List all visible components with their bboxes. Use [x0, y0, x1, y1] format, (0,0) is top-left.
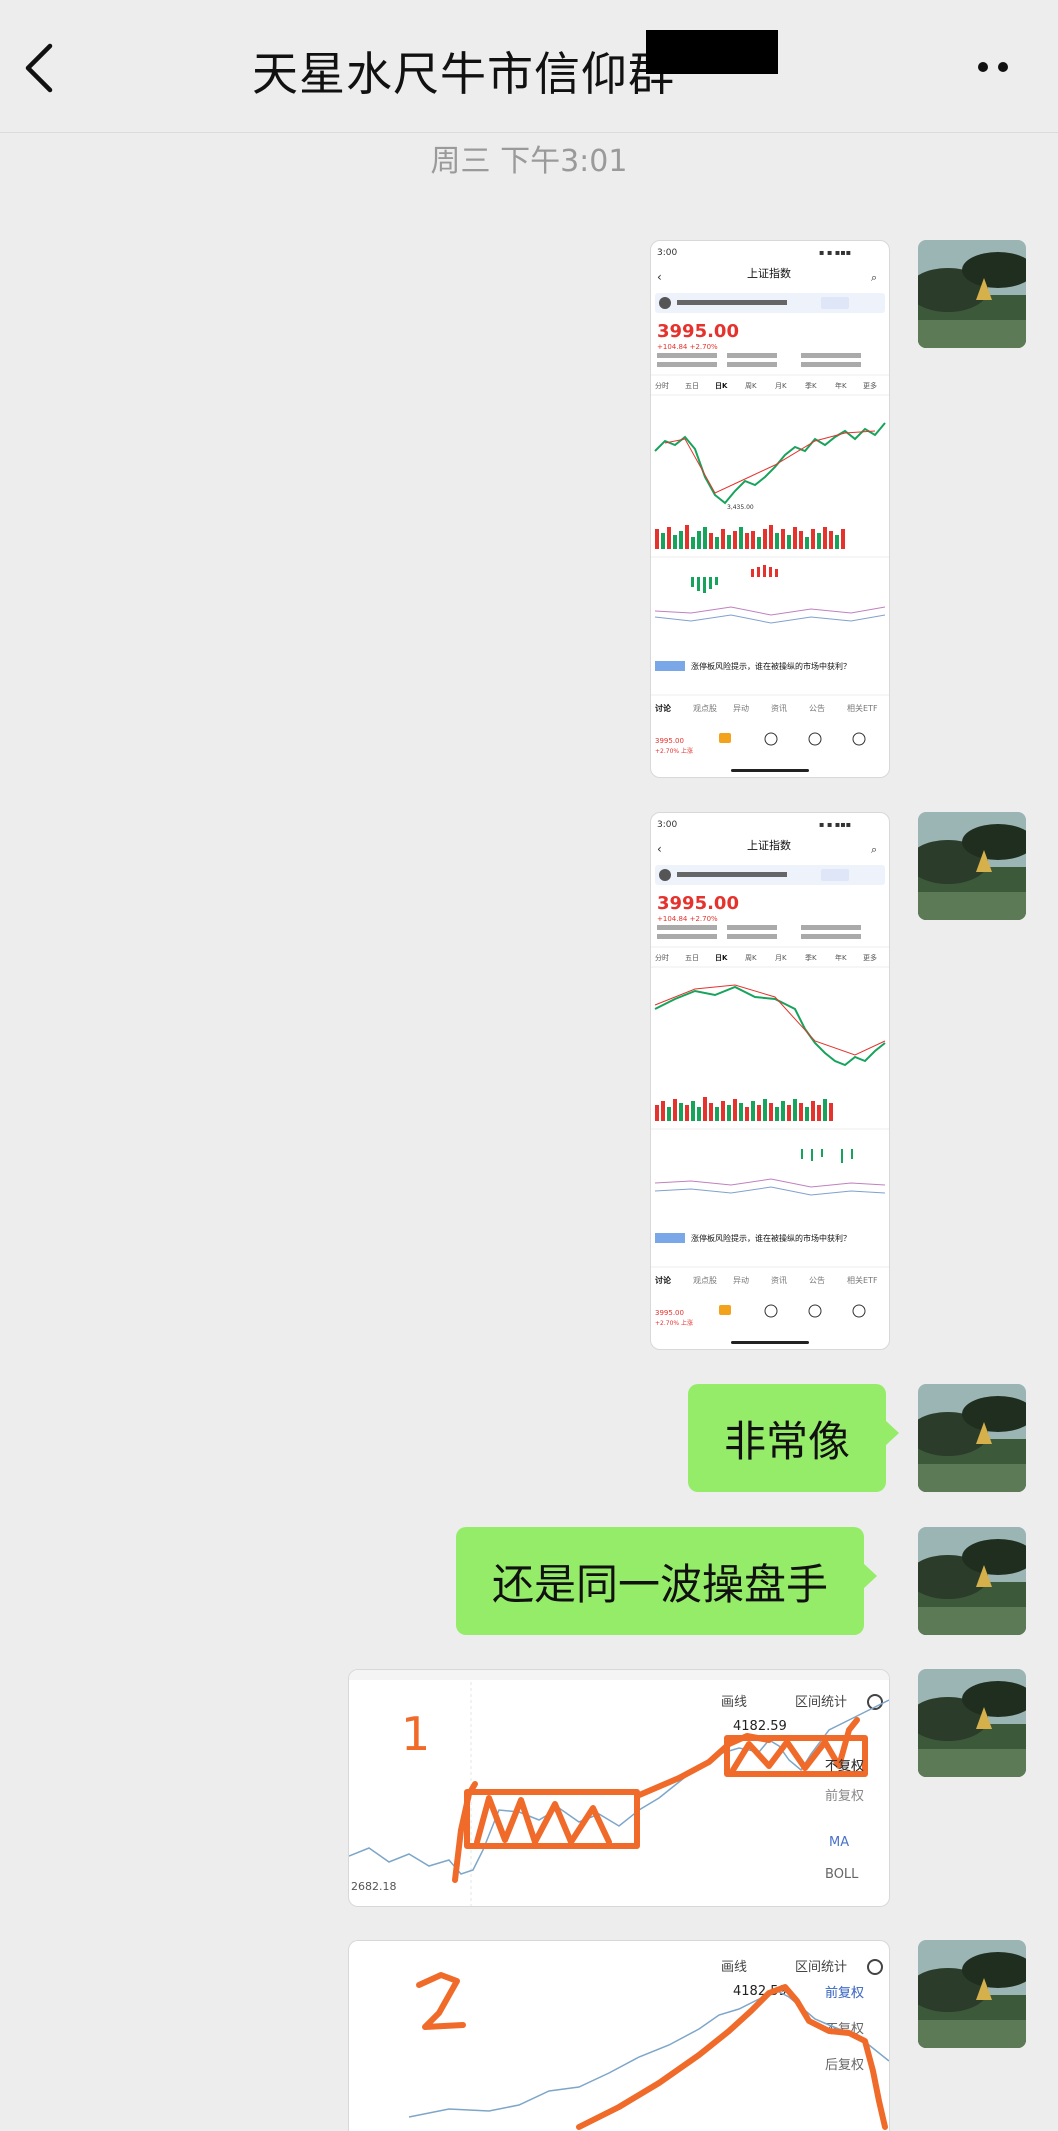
svg-text:3:00: 3:00	[657, 820, 677, 830]
stock-price: 3995.00	[657, 321, 739, 342]
option-forward-adjust[interactable]: 前复权	[825, 1788, 864, 1804]
svg-text:讨论: 讨论	[655, 1275, 672, 1285]
more-icon[interactable]	[972, 52, 1018, 82]
svg-text:更多: 更多	[863, 953, 877, 962]
peak-label: 4182.59	[733, 1719, 787, 1734]
svg-text:相关ETF: 相关ETF	[847, 1275, 878, 1285]
stock-screenshot-image[interactable]: 3:00 ▪ ▪ ▪▪▪ ‹ 上证指数 ⌕ 3995.00 +104.84 +2…	[650, 240, 890, 778]
bottom-tabs[interactable]: 讨论 观点股 异动 资讯 公告 相关ETF	[655, 1275, 878, 1285]
svg-text:异动: 异动	[733, 1275, 749, 1285]
status-time: 3:00	[657, 248, 677, 258]
svg-text:讨论: 讨论	[655, 703, 672, 713]
annotated-chart-image[interactable]: 画线 区间统计 4182.59 不复权 前复权 MA BOLL 2682.18 …	[348, 1669, 890, 1907]
svg-text:五日: 五日	[685, 382, 699, 390]
svg-text:观点股: 观点股	[693, 704, 717, 713]
svg-text:▪ ▪ ▪▪▪: ▪ ▪ ▪▪▪	[819, 820, 851, 829]
svg-text:2: 2	[351, 1941, 352, 1942]
message-bubble[interactable]: 还是同一波操盘手	[456, 1527, 878, 1635]
avatar[interactable]	[918, 812, 1026, 920]
chat-title: 天星水尺牛市信仰群	[252, 47, 675, 101]
svg-text:⌕: ⌕	[871, 271, 877, 284]
svg-text:季K: 季K	[805, 381, 817, 390]
message-text: 非常像	[724, 1416, 851, 1466]
message-bubble[interactable]: 非常像	[688, 1384, 900, 1492]
chat-header: 天星水尺牛市信仰群	[0, 0, 1058, 133]
svg-text:公告: 公告	[809, 1275, 825, 1285]
avatar[interactable]	[918, 1669, 1026, 1777]
avatar[interactable]	[918, 1527, 1026, 1635]
range-stats-button[interactable]: 区间统计	[795, 1960, 847, 1975]
svg-text:资讯: 资讯	[771, 1275, 787, 1285]
chart-tabs[interactable]: 分时 五日 日K 周K 月K 季K 年K 更多	[655, 953, 877, 962]
svg-text:公告: 公告	[809, 703, 825, 713]
svg-text:相关ETF: 相关ETF	[847, 703, 878, 713]
svg-text:异动: 异动	[733, 703, 749, 713]
svg-text:⌕: ⌕	[871, 843, 877, 856]
svg-text:观点股: 观点股	[693, 1276, 717, 1285]
svg-text:日K: 日K	[715, 382, 728, 390]
stock-screenshot-image[interactable]: 3:00 ▪ ▪ ▪▪▪ ‹ 上证指数 ⌕ 3995.00 +104.84 +2…	[650, 812, 890, 1350]
svg-text:日K: 日K	[715, 954, 728, 962]
news-headline[interactable]: 涨停板风险提示，谁在被操纵的市场中获利？	[691, 661, 851, 671]
option-ma[interactable]: MA	[829, 1835, 849, 1850]
corner-label: 2682.18	[351, 1880, 397, 1893]
option-forward-adjust: 前复权	[825, 1985, 864, 2001]
svg-text:▪ ▪ ▪▪▪: ▪ ▪ ▪▪▪	[819, 248, 851, 257]
svg-text:3995.00: 3995.00	[655, 1309, 684, 1317]
news-headline[interactable]: 涨停板风险提示，谁在被操纵的市场中获利？	[691, 1233, 851, 1243]
svg-text:年K: 年K	[835, 953, 847, 962]
option-no-adjust: 不复权	[825, 1758, 864, 1774]
svg-text:更多: 更多	[863, 381, 877, 390]
draw-line-button[interactable]: 画线	[721, 1960, 747, 1975]
avatar[interactable]	[918, 1384, 1026, 1492]
svg-text:五日: 五日	[685, 954, 699, 962]
svg-text:季K: 季K	[805, 953, 817, 962]
stock-title: 上证指数	[747, 266, 791, 280]
draw-line-button[interactable]: 画线	[721, 1695, 747, 1710]
avatar[interactable]	[918, 240, 1026, 348]
option-back-adjust[interactable]: 后复权	[825, 2057, 864, 2073]
svg-text:‹: ‹	[657, 270, 662, 284]
svg-text:月K: 月K	[775, 954, 787, 962]
bottom-tabs[interactable]: 讨论 观点股 异动 资讯 公告 相关ETF	[655, 703, 878, 713]
svg-text:分时: 分时	[655, 953, 669, 962]
svg-text:3995.00: 3995.00	[655, 737, 684, 745]
svg-text:月K: 月K	[775, 382, 787, 390]
svg-text:+2.70% 上涨: +2.70% 上涨	[655, 747, 693, 755]
stock-change: +104.84 +2.70%	[657, 343, 718, 351]
svg-text:+104.84 +2.70%: +104.84 +2.70%	[657, 915, 718, 923]
svg-text:年K: 年K	[835, 381, 847, 390]
svg-text:‹: ‹	[657, 842, 662, 856]
svg-text:上证指数: 上证指数	[747, 838, 791, 852]
svg-text:周K: 周K	[745, 382, 757, 390]
svg-text:+2.70% 上涨: +2.70% 上涨	[655, 1319, 693, 1327]
option-boll[interactable]: BOLL	[825, 1867, 859, 1882]
back-arrow-icon[interactable]	[18, 40, 68, 96]
svg-text:3995.00: 3995.00	[657, 893, 739, 914]
annotation-number: 1	[401, 1707, 430, 1761]
message-text: 还是同一波操盘手	[492, 1559, 829, 1609]
message-timestamp: 周三 下午3:01	[430, 144, 628, 179]
svg-text:周K: 周K	[745, 954, 757, 962]
chart-tabs[interactable]: 分时 五日 日K 周K 月K 季K 年K 更多	[655, 381, 877, 390]
low-label: 3,435.00	[727, 504, 754, 511]
avatar[interactable]	[918, 1940, 1026, 2048]
annotated-chart-image[interactable]: 画线 区间统计 4182.59 前复权 不复权 后复权 2 前复权	[348, 1940, 890, 2131]
svg-text:分时: 分时	[655, 381, 669, 390]
redaction-bar	[646, 30, 778, 74]
svg-text:资讯: 资讯	[771, 703, 787, 713]
range-stats-button[interactable]: 区间统计	[795, 1695, 847, 1710]
